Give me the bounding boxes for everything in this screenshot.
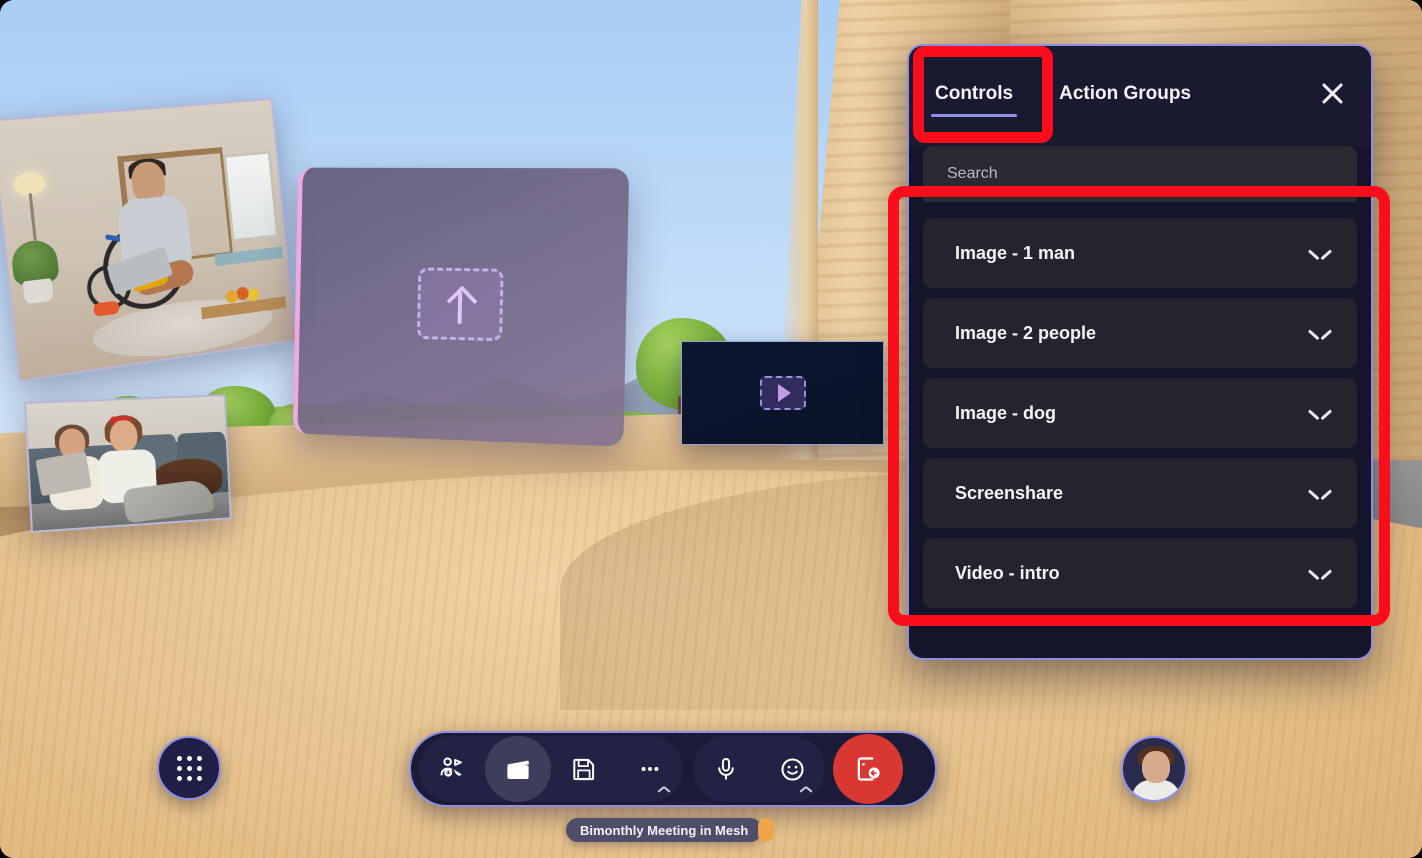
list-item-label: Screenshare — [955, 482, 1064, 503]
leave-icon — [857, 757, 880, 781]
chevron-down-icon[interactable] — [1309, 567, 1331, 580]
mesh-immersive-view: Controls Action Groups Search Image - 1 … — [0, 0, 1422, 858]
panel-header: Controls Action Groups — [909, 46, 1371, 146]
controls-panel: Controls Action Groups Search Image - 1 … — [907, 44, 1373, 660]
list-item-label: Image - 1 man — [955, 242, 1076, 263]
list-item[interactable]: Screenshare — [923, 458, 1357, 528]
microphone-button[interactable] — [693, 736, 759, 802]
more-options-button[interactable] — [617, 736, 683, 802]
grid-dots-icon — [176, 755, 202, 781]
reactions-button[interactable] — [759, 736, 825, 802]
meeting-status-indicator — [758, 818, 774, 842]
save-button[interactable] — [551, 736, 617, 802]
toolbar-group-primary — [419, 736, 683, 802]
clapperboard-icon — [507, 758, 530, 779]
upload-arrow-icon — [448, 284, 471, 324]
video-play-dropzone[interactable] — [759, 376, 806, 410]
leave-button[interactable] — [833, 734, 903, 804]
chevron-up-icon — [800, 786, 812, 793]
chevron-down-icon[interactable] — [1309, 487, 1331, 500]
emoji-icon — [780, 757, 804, 781]
photo-man-wheelchair[interactable] — [0, 97, 297, 383]
tab-controls[interactable]: Controls — [931, 73, 1018, 119]
avatar[interactable] — [1121, 736, 1187, 802]
save-icon — [573, 758, 595, 781]
search-placeholder: Search — [947, 165, 998, 182]
list-item[interactable]: Image - 1 man — [923, 218, 1357, 288]
toolbar-group-media — [693, 736, 825, 802]
chevron-down-icon[interactable] — [1309, 327, 1331, 340]
meeting-toolbar — [409, 731, 937, 807]
search-input[interactable]: Search — [923, 146, 1357, 202]
upload-dropzone[interactable] — [416, 267, 504, 342]
chevron-down-icon[interactable] — [1309, 407, 1331, 420]
more-icon — [641, 767, 659, 771]
close-icon[interactable] — [1315, 76, 1349, 110]
apps-launcher-button[interactable] — [157, 736, 221, 800]
participants-icon — [440, 757, 462, 777]
tab-controls-label: Controls — [935, 83, 1014, 104]
tab-action-groups[interactable]: Action Groups — [1055, 73, 1195, 119]
photo-two-people-dog[interactable] — [24, 394, 232, 533]
tab-action-groups-label: Action Groups — [1059, 83, 1192, 104]
list-item[interactable]: Image - 2 people — [923, 298, 1357, 368]
microphone-icon — [718, 757, 734, 780]
chevron-down-icon[interactable] — [1309, 247, 1331, 260]
list-item-label: Video - intro — [955, 562, 1060, 583]
clapperboard-button[interactable] — [485, 736, 551, 802]
empty-content-panel[interactable] — [292, 167, 630, 447]
controls-list: Image - 1 man Image - 2 people Image - d… — [909, 202, 1371, 622]
meeting-title-chip: Bimonthly Meeting in Mesh — [566, 818, 763, 842]
chevron-up-icon — [658, 786, 670, 793]
list-item[interactable]: Image - dog — [923, 378, 1357, 448]
video-content-panel[interactable] — [681, 341, 884, 445]
list-item-label: Image - dog — [955, 402, 1057, 423]
list-item-label: Image - 2 people — [955, 322, 1097, 343]
meeting-title-label: Bimonthly Meeting in Mesh — [580, 822, 749, 838]
list-item[interactable]: Video - intro — [923, 538, 1357, 608]
participants-button[interactable] — [419, 736, 485, 802]
play-icon — [777, 384, 791, 402]
